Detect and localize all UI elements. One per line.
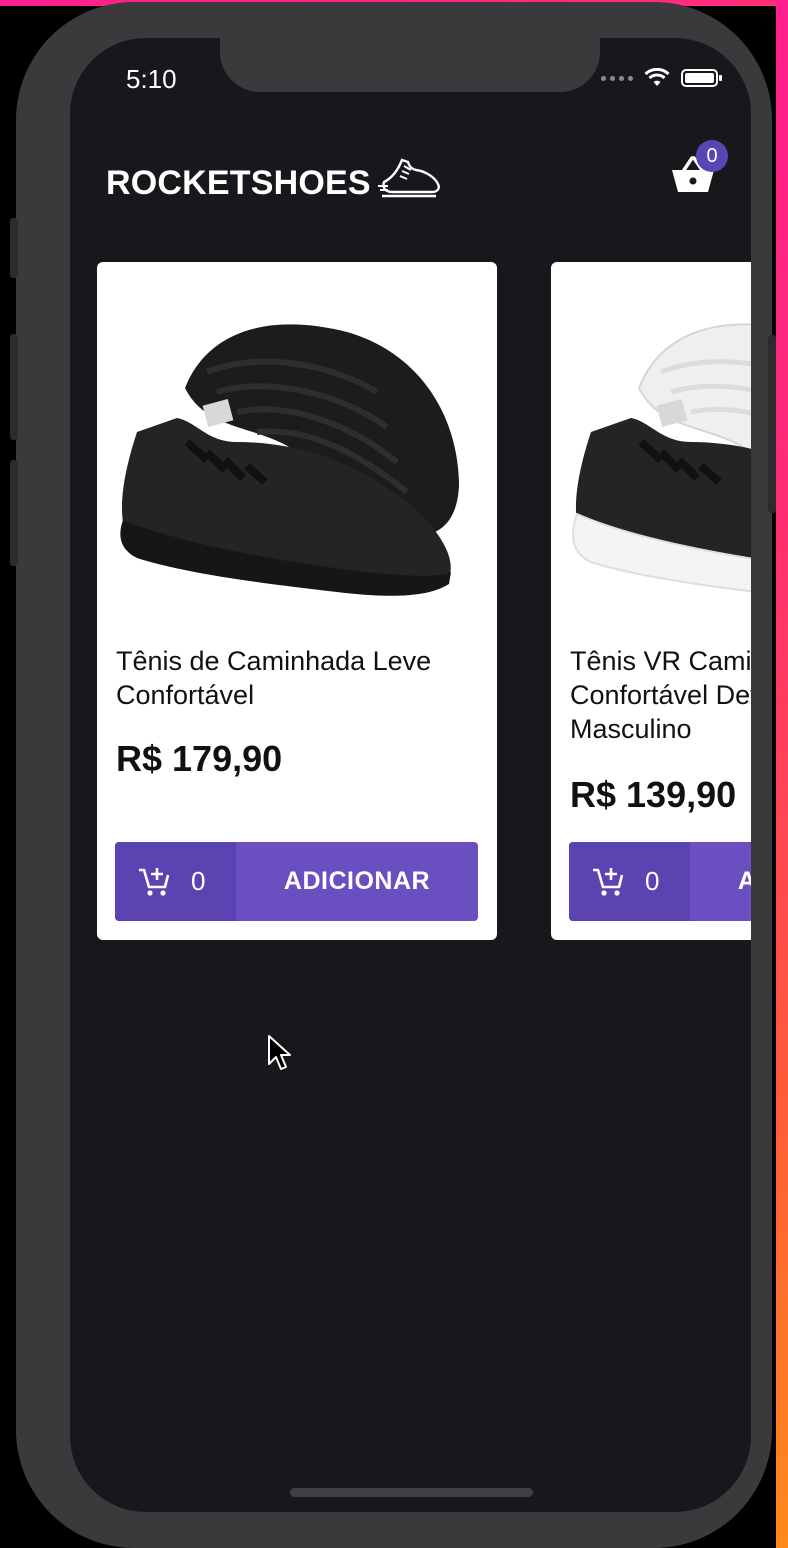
add-to-cart-button[interactable]: 0 ADICIONAR — [569, 842, 751, 921]
status-icons — [601, 68, 723, 88]
status-time: 5:10 — [126, 64, 177, 94]
add-shopping-cart-icon — [593, 867, 624, 896]
window-highlight-edge — [776, 0, 788, 1548]
product-price: R$ 139,90 — [570, 774, 737, 815]
sneaker-logo-icon — [378, 158, 440, 198]
cart-quantity: 0 — [645, 866, 660, 896]
battery-icon — [681, 69, 722, 87]
app-screen: 5:10 ROCKETSHOES 0 Tênis de Caminhada Le… — [70, 38, 751, 1512]
add-to-cart-button[interactable]: 0 ADICIONAR — [115, 842, 478, 921]
device-frame: 5:10 ROCKETSHOES 0 Tênis de Caminhada Le… — [16, 2, 772, 1548]
add-button-label: ADICIONAR — [737, 867, 751, 895]
product-image-black-white-sneaker — [572, 323, 751, 593]
device-notch — [220, 38, 600, 92]
home-indicator[interactable] — [290, 1488, 533, 1497]
mouse-pointer-icon — [268, 1035, 291, 1070]
mute-switch — [10, 218, 18, 278]
cart-quantity-section: 0 — [569, 842, 690, 921]
volume-up-button — [10, 334, 18, 440]
product-title: Tênis VR Caminhada Confortável Detalhes … — [570, 646, 751, 744]
wifi-icon — [644, 68, 670, 86]
cart-count-badge: 0 — [696, 140, 728, 172]
product-title: Tênis de Caminhada Leve Confortável — [116, 646, 432, 710]
cellular-signal-icon — [601, 75, 633, 81]
product-price: R$ 179,90 — [116, 738, 283, 779]
add-shopping-cart-icon — [139, 867, 170, 896]
app-title[interactable]: ROCKETSHOES — [106, 164, 371, 203]
cart-quantity: 0 — [191, 866, 206, 896]
power-button — [768, 335, 776, 513]
add-button-label: ADICIONAR — [283, 867, 431, 895]
cart-quantity-section: 0 — [115, 842, 236, 921]
product-card: Tênis de Caminhada Leve Confortável R$ 1… — [97, 262, 497, 940]
volume-down-button — [10, 460, 18, 566]
product-image-black-sneaker — [120, 324, 459, 596]
product-card: Tênis VR Caminhada Confortável Detalhes … — [551, 262, 751, 940]
